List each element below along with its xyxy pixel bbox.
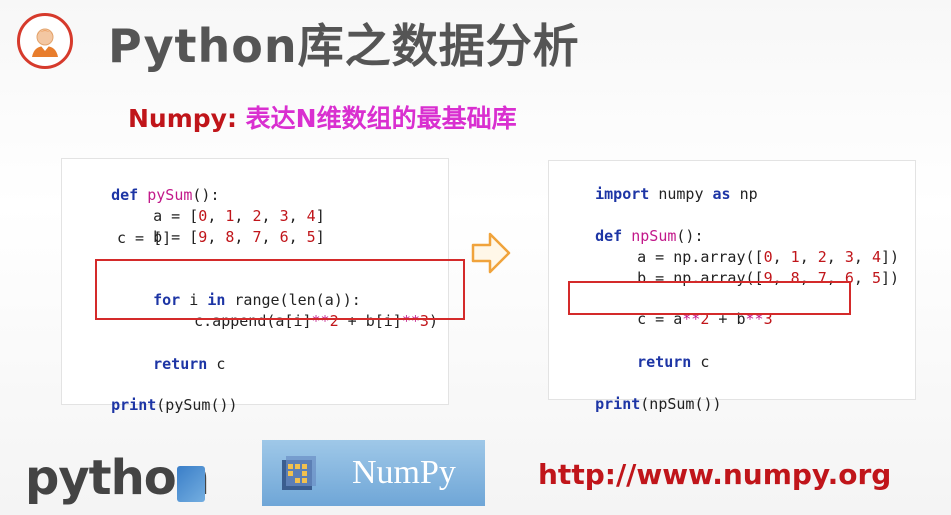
code-line: c = []	[117, 229, 172, 247]
subtitle-highlight: Numpy:	[128, 104, 237, 133]
numpy-logo-text: NumPy	[352, 454, 456, 491]
code-line: print(pySum())	[111, 396, 238, 414]
code-line: print(npSum())	[595, 395, 722, 413]
vector-highlight-box	[568, 281, 851, 315]
numpy-url: http://www.numpy.org	[538, 458, 892, 491]
numpy-logo: NumPy	[262, 440, 485, 506]
python-logo-mark-icon	[177, 466, 205, 502]
right-arrow-icon	[471, 232, 511, 274]
numpy-code-panel: import numpy as np def npSum(): a = np.a…	[548, 160, 916, 413]
avatar-icon	[17, 13, 73, 69]
subtitle: Numpy: 表达N维数组的最基础库	[128, 99, 517, 135]
subtitle-text: 表达N维数组的最基础库	[236, 104, 517, 133]
numpy-cube-icon	[282, 456, 316, 490]
page-title: Python库之数据分析	[108, 19, 580, 73]
loop-highlight-box	[95, 259, 465, 320]
